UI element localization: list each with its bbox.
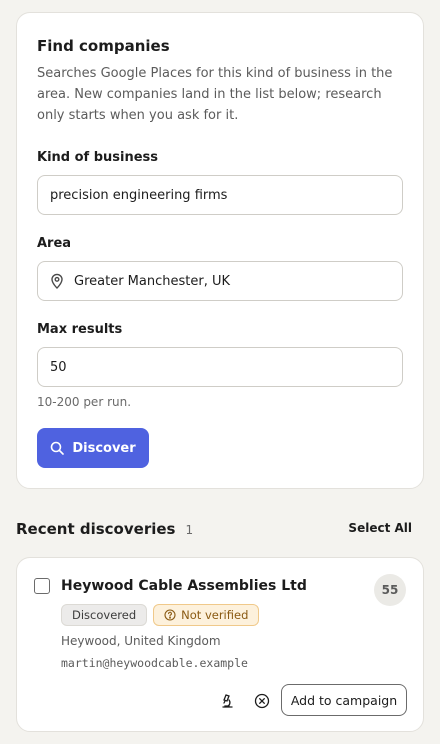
close-circle-icon: [254, 693, 270, 709]
max-results-hint: 10-200 per run.: [37, 395, 132, 409]
discover-button[interactable]: Discover: [37, 428, 149, 468]
area-input[interactable]: Greater Manchester, UK: [37, 261, 403, 301]
kind-of-business-value: precision engineering firms: [50, 187, 228, 203]
map-pin-icon: [50, 273, 66, 289]
search-icon: [51, 441, 65, 455]
select-all-button[interactable]: Select All: [348, 521, 412, 535]
dismiss-button[interactable]: [252, 691, 272, 711]
max-results-input[interactable]: 50: [37, 347, 403, 387]
company-name: Heywood Cable Assemblies Ltd: [61, 578, 307, 594]
max-results-label: Max results: [37, 322, 123, 337]
status-badges: Discovered Not verified: [61, 604, 260, 626]
card-title: Find companies: [37, 37, 170, 55]
max-results-value: 50: [50, 359, 67, 375]
find-companies-card: Find companies Searches Google Places fo…: [16, 12, 424, 489]
company-result-card: Heywood Cable Assemblies Ltd 55 Discover…: [16, 557, 424, 732]
company-email: martin@heywoodcable.example: [61, 656, 248, 670]
score-badge: 55: [374, 574, 406, 606]
company-location: Heywood, United Kingdom: [61, 634, 221, 648]
kind-of-business-input[interactable]: precision engineering firms: [37, 175, 403, 215]
company-select-checkbox[interactable]: [34, 578, 50, 594]
discover-button-label: Discover: [72, 440, 136, 456]
discovered-badge-label: Discovered: [72, 608, 137, 622]
kind-of-business-label: Kind of business: [37, 150, 159, 165]
discovered-badge: Discovered: [61, 604, 148, 626]
area-label: Area: [37, 236, 72, 251]
research-button[interactable]: [218, 691, 238, 711]
card-description: Searches Google Places for this kind of …: [37, 66, 393, 123]
add-to-campaign-button[interactable]: Add to campaign: [281, 684, 407, 716]
recent-discoveries-heading: Recent discoveries 1: [16, 520, 193, 538]
area-value: Greater Manchester, UK: [74, 273, 230, 289]
question-circle-icon: [164, 609, 176, 621]
recent-discoveries-count: 1: [185, 523, 194, 537]
not-verified-badge: Not verified: [153, 604, 260, 626]
recent-discoveries-title: Recent discoveries: [16, 520, 176, 538]
not-verified-badge-label: Not verified: [181, 608, 249, 622]
microscope-icon: [222, 694, 233, 708]
